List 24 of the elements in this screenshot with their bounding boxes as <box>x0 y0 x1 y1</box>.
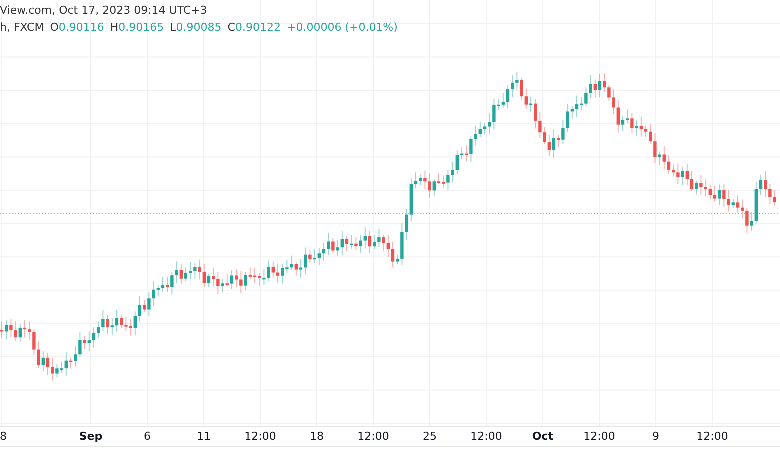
ohlc-value: 0.90085 <box>176 20 222 36</box>
ohlc-value: 0.90122 <box>235 20 281 36</box>
axis-label: 11 <box>197 430 211 443</box>
axis-label: 12:00 <box>696 430 728 443</box>
axis-label: Sep <box>79 430 103 443</box>
ohlc-label: O <box>50 20 59 36</box>
axis-label: 6 <box>144 430 151 443</box>
axis-label: Oct <box>532 430 554 443</box>
axis-label: 18 <box>310 430 324 443</box>
axis-label: 12:00 <box>470 430 502 443</box>
ohlc-label: L <box>170 20 176 36</box>
axis-label: 8 <box>0 430 7 443</box>
symbol-label: h, FXCM <box>0 20 44 36</box>
axis-label: 9 <box>652 430 660 443</box>
price-change: +0.00006 (+0.01%) <box>286 20 398 36</box>
ohlc-value: 0.90165 <box>118 20 164 36</box>
chart-source: View.com, Oct 17, 2023 09:14 UTC+3 <box>0 3 208 19</box>
axis-label: 12:00 <box>244 430 276 443</box>
ohlc-label: C <box>228 20 236 36</box>
ohlc-value: 0.90116 <box>58 20 104 36</box>
ohlc-label: H <box>110 20 119 36</box>
axis-label: 25 <box>423 430 437 443</box>
axis-label: 12:00 <box>358 430 390 443</box>
axis-label: 12:00 <box>584 430 616 443</box>
